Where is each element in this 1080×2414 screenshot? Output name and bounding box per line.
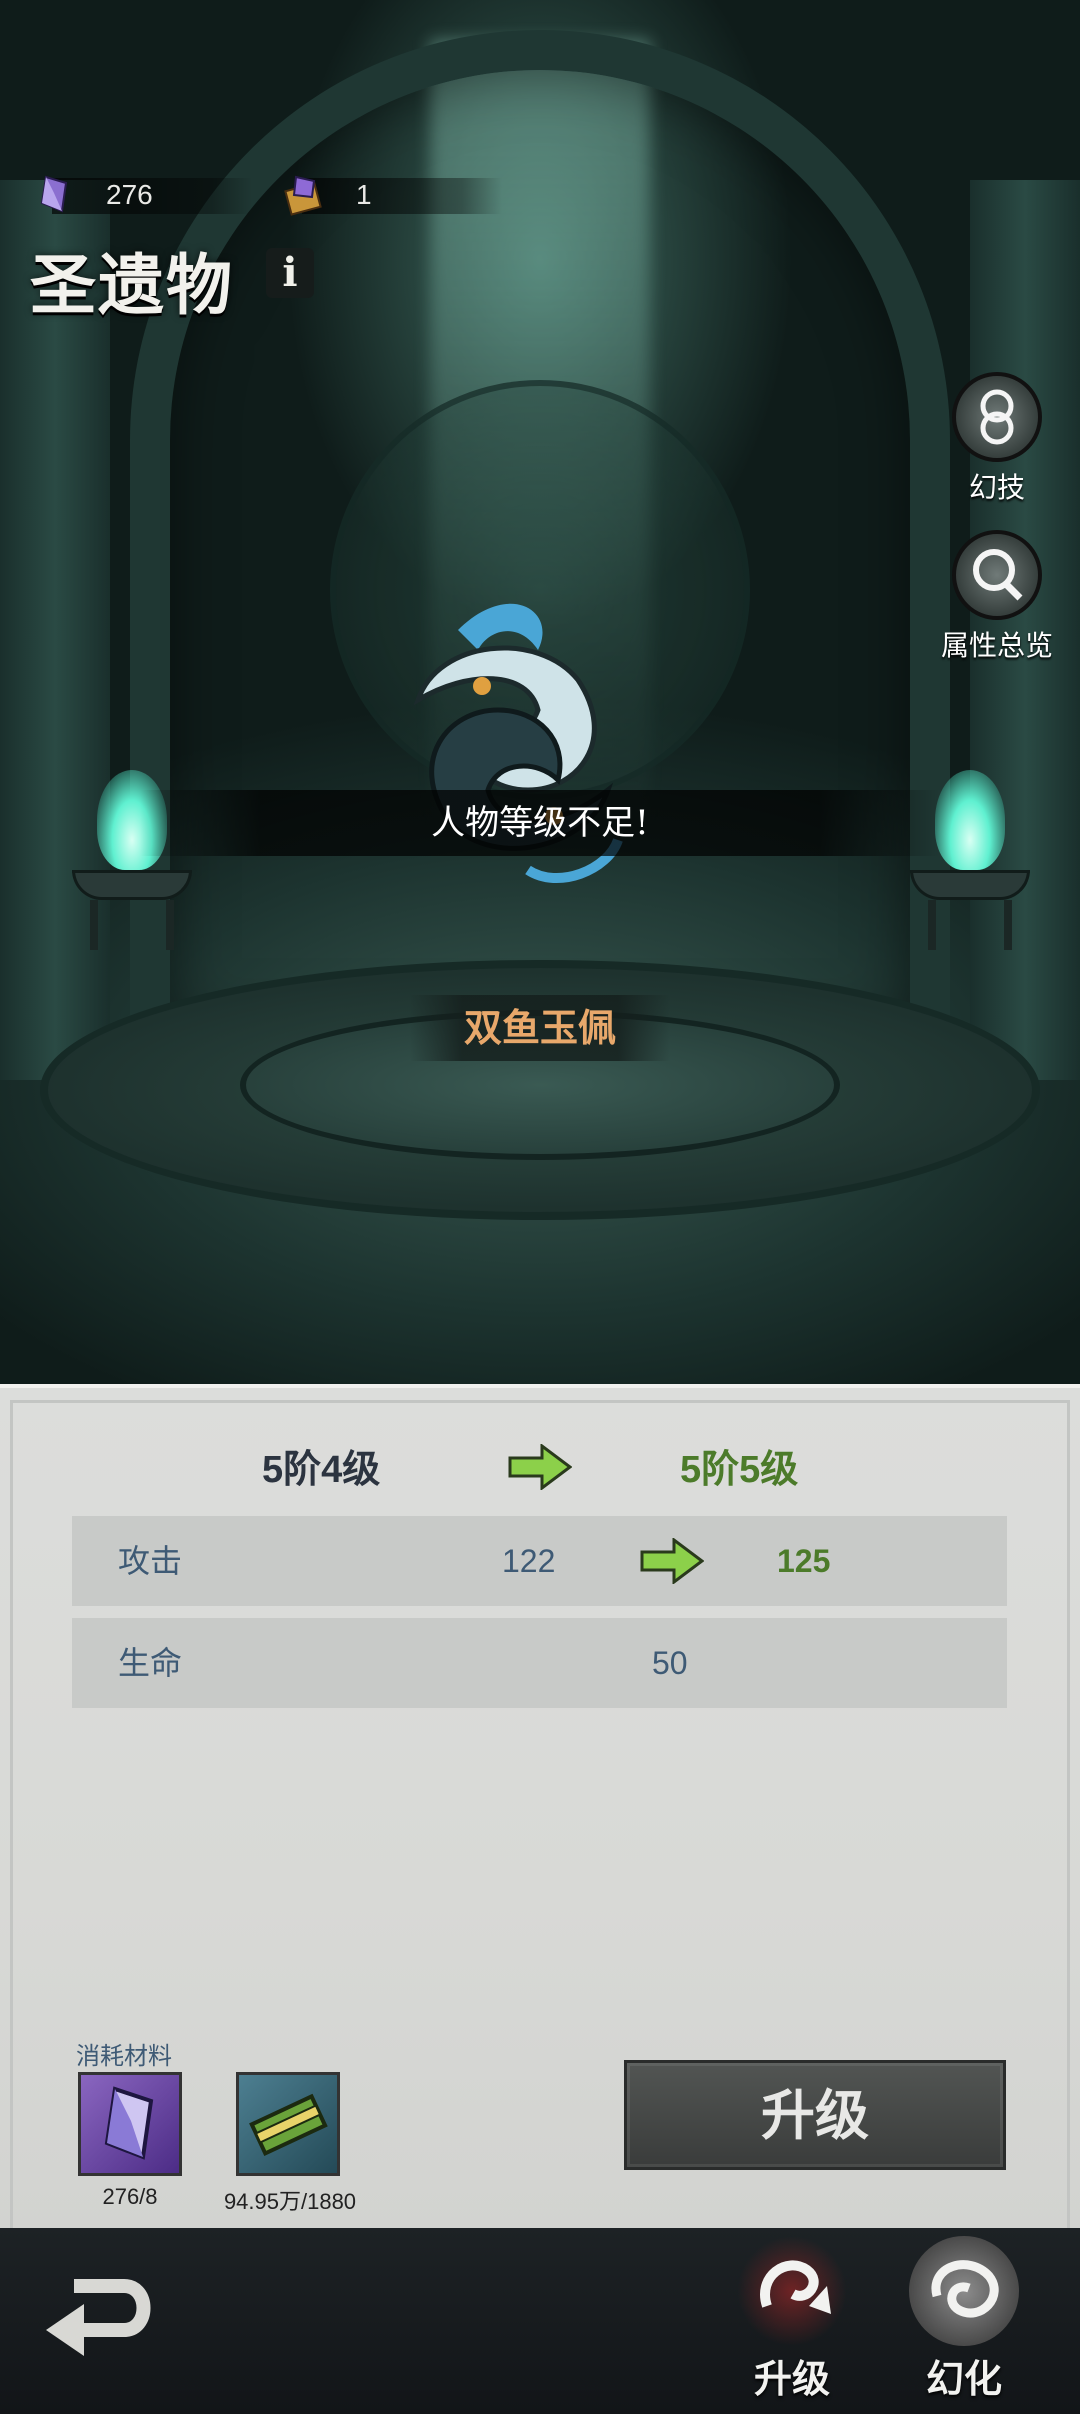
cash-stack-icon — [249, 2093, 328, 2157]
gem-box-icon — [284, 175, 322, 216]
gem-box-amount: 1 — [356, 179, 372, 210]
back-arrow-icon[interactable] — [34, 2264, 164, 2374]
skill-label: 幻技 — [968, 472, 1025, 503]
tab-illusion-label: 幻化 — [925, 2356, 1002, 2401]
page-title: 圣遗物 — [30, 246, 234, 324]
upgrade-panel: 5阶4级 5阶5级 攻击 122 125 生命 50 消耗材料 276/8 94… — [0, 1384, 1080, 2234]
info-button[interactable]: i — [266, 248, 314, 298]
crystal-icon — [40, 175, 68, 213]
materials-title: 消耗材料 — [76, 2043, 172, 2070]
skill-button[interactable]: 幻技 — [932, 372, 1062, 506]
level-to: 5阶5级 — [680, 1449, 799, 1491]
crystal-icon — [104, 2086, 154, 2160]
stat-label: 攻击 — [118, 1543, 183, 1579]
stat-row-attack: 攻击 122 125 — [72, 1516, 1007, 1606]
upgrade-button[interactable]: 升级 — [624, 2060, 1006, 2170]
attribute-overview-button[interactable]: 属性总览 — [932, 530, 1062, 664]
gem-box-currency: 1 — [282, 170, 502, 220]
crystal-currency: 276 — [32, 170, 262, 220]
material-count: 276/8 — [102, 2184, 158, 2209]
left-brazier — [72, 770, 192, 950]
material-slot-cash[interactable] — [236, 2072, 340, 2176]
level-from: 5阶4级 — [262, 1449, 381, 1491]
upgrade-swirl-icon — [737, 2236, 847, 2346]
stat-from-value: 122 — [502, 1543, 556, 1579]
material-slot-crystal[interactable] — [78, 2072, 182, 2176]
illusion-swirl-icon — [909, 2236, 1019, 2346]
material-count: 94.95万/1880 — [223, 2189, 357, 2214]
crystal-amount: 276 — [106, 179, 153, 210]
attribute-overview-label: 属性总览 — [940, 630, 1053, 661]
arrow-right-icon — [508, 1444, 572, 1490]
magnifier-icon — [952, 530, 1042, 620]
stat-label: 生命 — [118, 1645, 183, 1681]
tab-illusion[interactable]: 幻化 — [894, 2236, 1034, 2406]
relic-name: 双鱼玉佩 — [410, 995, 670, 1061]
stat-value: 50 — [652, 1645, 688, 1681]
right-brazier — [910, 770, 1030, 950]
stat-to-value: 125 — [777, 1543, 831, 1579]
level-warning: 人物等级不足! — [140, 790, 940, 856]
bottom-nav: 升级 幻化 — [0, 2228, 1080, 2414]
arrow-right-icon — [640, 1538, 704, 1584]
level-row: 5阶4级 5阶5级 — [0, 1438, 1080, 1498]
tab-upgrade-label: 升级 — [753, 2356, 830, 2401]
stat-row-health: 生命 50 — [72, 1618, 1007, 1708]
flame-icon — [935, 770, 1005, 870]
tab-upgrade[interactable]: 升级 — [722, 2236, 862, 2406]
skill-knot-icon — [952, 372, 1042, 462]
